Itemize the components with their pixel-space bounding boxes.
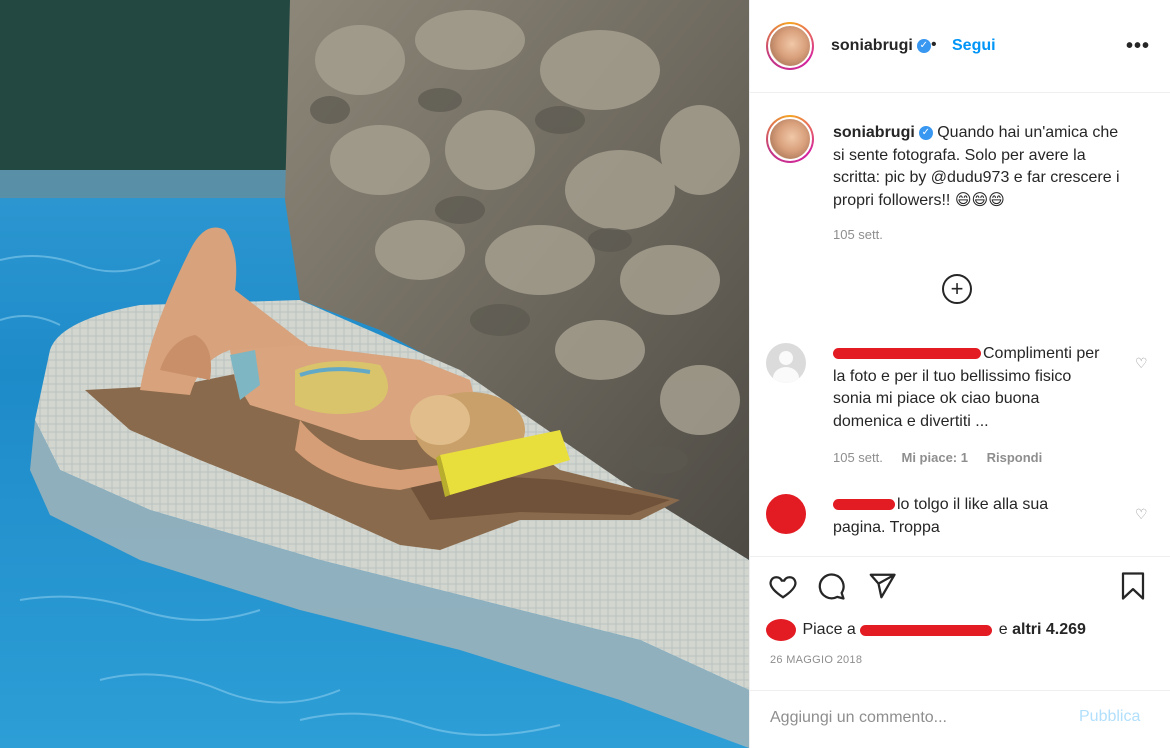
- comment-text-block: Complimenti per la foto e per il tuo bel…: [833, 343, 1103, 433]
- post-side-panel: soniabrugi ✓ • Segui ••• soniabrugi ✓ Quan…: [749, 0, 1170, 748]
- reply-button[interactable]: Rispondi: [987, 450, 1043, 465]
- more-options-icon[interactable]: •••: [1126, 35, 1150, 58]
- comment-avatar[interactable]: [766, 494, 806, 534]
- caption-timestamp[interactable]: 105 sett.: [833, 227, 883, 242]
- post-actions: Piace a e altri 4.269 26 MAGGIO 2018: [750, 556, 1170, 692]
- author-avatar[interactable]: [766, 22, 814, 70]
- post-date[interactable]: 26 MAGGIO 2018: [770, 654, 862, 666]
- caption-avatar-image: [768, 117, 812, 161]
- follow-button[interactable]: Segui: [952, 37, 996, 55]
- publish-button[interactable]: Pubblica: [1079, 708, 1140, 726]
- comment-like-heart-icon[interactable]: ♡: [1135, 355, 1148, 372]
- comment-avatar[interactable]: [766, 343, 806, 383]
- caption-username[interactable]: soniabrugi: [833, 124, 915, 141]
- likes-summary[interactable]: Piace a e altri 4.269: [766, 619, 1086, 641]
- verified-badge-icon: ✓: [916, 38, 931, 53]
- comment-likes-count[interactable]: Mi piace: 1: [902, 450, 968, 465]
- post-photo-art: [0, 0, 749, 748]
- author-username-text[interactable]: soniabrugi: [831, 37, 913, 54]
- header-separator: •: [931, 36, 937, 53]
- comment-timestamp[interactable]: 105 sett.: [833, 450, 883, 465]
- load-more-comments-button[interactable]: +: [942, 274, 972, 304]
- bookmark-icon[interactable]: [1118, 571, 1148, 601]
- redacted-username: [833, 499, 895, 511]
- add-comment-bar: Pubblica: [750, 690, 1170, 748]
- verified-badge-icon: ✓: [918, 125, 933, 140]
- redacted-liker-name: [860, 624, 993, 636]
- comment-icon[interactable]: [816, 571, 846, 601]
- heart-icon[interactable]: [768, 571, 798, 601]
- post-photo[interactable]: [0, 0, 749, 748]
- caption-text-block: soniabrugi ✓ Quando hai un'amica che si s…: [833, 122, 1133, 212]
- likes-middle: e: [998, 621, 1008, 639]
- redacted-liker-avatar: [766, 619, 796, 641]
- comment-input[interactable]: [770, 707, 1070, 729]
- comment-like-heart-icon[interactable]: ♡: [1135, 506, 1148, 523]
- author-avatar-image: [768, 24, 812, 68]
- paper-plane-icon[interactable]: [867, 571, 897, 601]
- redacted-username: [833, 348, 981, 360]
- comment-text-block: lo tolgo il like alla sua pagina. Troppa: [833, 494, 1103, 539]
- author-username[interactable]: soniabrugi ✓: [831, 37, 931, 55]
- likes-prefix: Piace a: [802, 621, 856, 639]
- likes-count[interactable]: altri 4.269: [1012, 621, 1086, 638]
- comment-meta: 105 sett. Mi piace: 1 Rispondi: [833, 450, 1057, 465]
- caption-avatar[interactable]: [766, 115, 814, 163]
- post-header: soniabrugi ✓ • Segui •••: [750, 0, 1170, 93]
